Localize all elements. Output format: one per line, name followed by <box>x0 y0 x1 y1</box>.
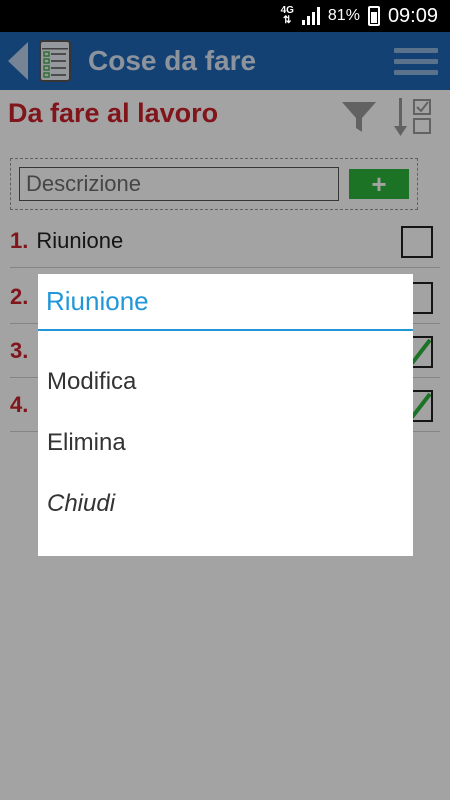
edit-option[interactable]: Modifica <box>47 368 136 396</box>
battery-percent: 81% <box>327 7 360 24</box>
item-options-dialog: Riunione Modifica Elimina Chiudi <box>38 274 413 556</box>
battery-icon <box>367 6 380 26</box>
signal-icon <box>301 7 320 25</box>
clock: 09:09 <box>387 4 438 27</box>
delete-option[interactable]: Elimina <box>47 429 126 457</box>
dialog-title: Riunione <box>46 286 149 316</box>
network-indicator: 4G ⇅ <box>280 5 294 26</box>
status-bar: 4G ⇅ 81% 09:09 <box>0 0 450 32</box>
close-option[interactable]: Chiudi <box>47 490 115 518</box>
dialog-divider <box>38 329 413 331</box>
